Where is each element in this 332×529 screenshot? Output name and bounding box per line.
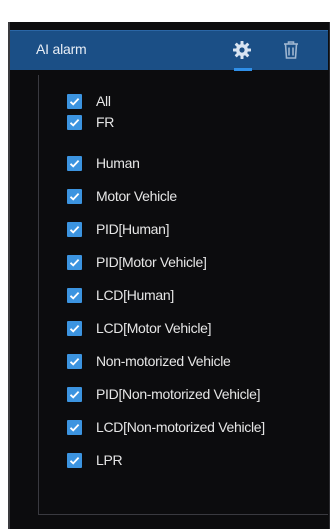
checkbox[interactable] [67, 419, 82, 435]
checkbox-item-lcd-motor-vehicle[interactable]: LCD[Motor Vehicle] [67, 319, 212, 337]
checkbox-item-lpr[interactable]: LPR [67, 451, 123, 469]
checkbox[interactable] [67, 93, 82, 109]
checkbox-item-fr[interactable]: FR [67, 113, 114, 131]
checkbox-item-all[interactable]: All [67, 92, 111, 110]
checkbox-item-non-motorized-vehicle[interactable]: Non-motorized Vehicle [67, 352, 231, 370]
checkbox[interactable] [67, 221, 82, 237]
checkbox-item-pid-human[interactable]: PID[Human] [67, 220, 170, 238]
checkbox[interactable] [67, 353, 82, 369]
checkbox-label: PID[Motor Vehicle] [96, 254, 207, 270]
checkbox[interactable] [67, 320, 82, 336]
checkbox[interactable] [67, 386, 82, 402]
checkbox-label: LPR [96, 452, 123, 468]
checkbox[interactable] [67, 254, 82, 270]
checkbox-item-lcd-human[interactable]: LCD[Human] [67, 286, 174, 304]
checkbox-label: LCD[Human] [96, 287, 174, 303]
alarm-type-list: All FR Human Motor Vehicle PID[Human] PI… [38, 75, 328, 515]
panel-header: AI alarm [10, 30, 328, 71]
ai-alarm-panel: AI alarm All FR Human Motor Vehicle PID[… [8, 22, 330, 529]
checkbox-label: Non-motorized Vehicle [96, 353, 231, 369]
checkbox[interactable] [67, 287, 82, 303]
checkbox[interactable] [67, 452, 82, 468]
gear-icon[interactable] [232, 40, 252, 60]
trash-icon[interactable] [282, 40, 300, 60]
checkbox-item-motor-vehicle[interactable]: Motor Vehicle [67, 187, 177, 205]
checkbox[interactable] [67, 188, 82, 204]
checkbox-label: LCD[Non-motorized Vehicle] [96, 419, 265, 435]
checkbox-label: Human [96, 155, 140, 171]
checkbox-label: PID[Human] [96, 221, 170, 237]
active-settings-indicator [234, 68, 252, 71]
checkbox[interactable] [67, 155, 82, 171]
checkbox-label: All [96, 93, 111, 109]
checkbox[interactable] [67, 114, 82, 130]
checkbox-item-human[interactable]: Human [67, 154, 140, 172]
panel-title: AI alarm [36, 41, 87, 57]
checkbox-item-lcd-non-motorized-vehicle[interactable]: LCD[Non-motorized Vehicle] [67, 418, 265, 436]
checkbox-label: PID[Non-motorized Vehicle] [96, 386, 261, 402]
checkbox-label: FR [96, 114, 115, 130]
checkbox-item-pid-non-motorized-vehicle[interactable]: PID[Non-motorized Vehicle] [67, 385, 260, 403]
checkbox-label: Motor Vehicle [96, 188, 177, 204]
checkbox-item-pid-motor-vehicle[interactable]: PID[Motor Vehicle] [67, 253, 207, 271]
checkbox-label: LCD[Motor Vehicle] [96, 320, 212, 336]
